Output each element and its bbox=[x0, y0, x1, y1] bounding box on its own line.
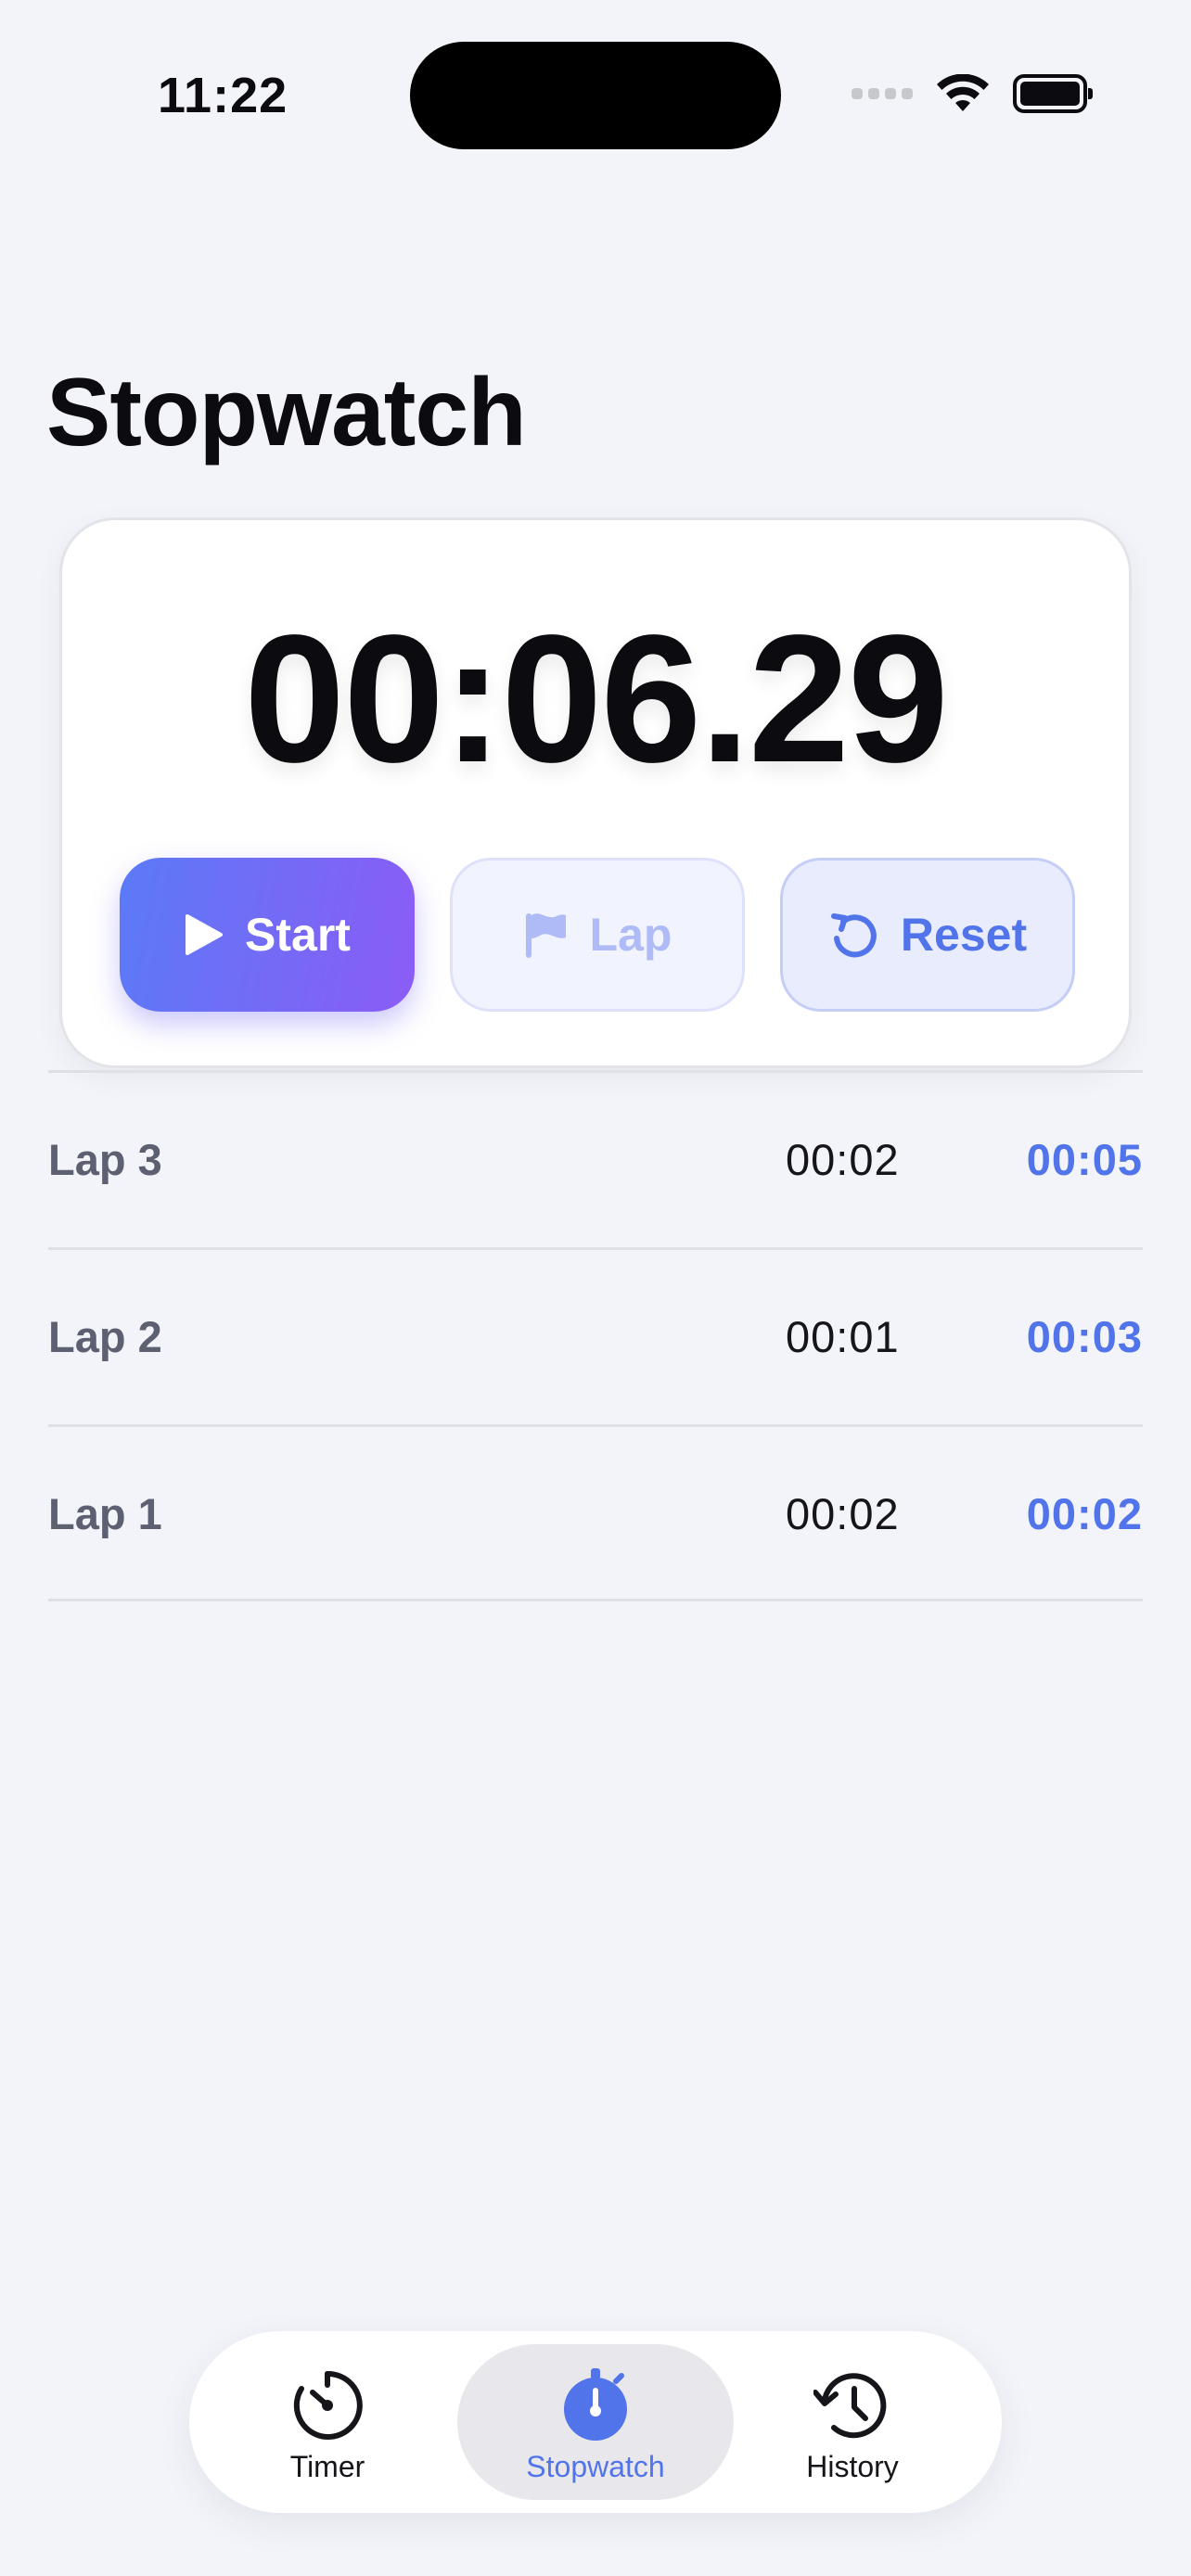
elapsed-time-display: 00:06.29 bbox=[244, 597, 949, 800]
reset-button-label: Reset bbox=[900, 909, 1028, 961]
start-button[interactable]: Start bbox=[120, 858, 415, 1012]
stopwatch-icon bbox=[564, 2368, 627, 2441]
tab-timer-label: Timer bbox=[289, 2450, 365, 2483]
dynamic-island bbox=[410, 42, 781, 149]
cellular-signal-icon bbox=[852, 88, 913, 99]
tab-history[interactable]: History bbox=[714, 2344, 991, 2500]
reset-button[interactable]: Reset bbox=[780, 858, 1075, 1012]
lap-button-label: Lap bbox=[589, 909, 672, 961]
lap-total-time: 00:02 bbox=[1026, 1489, 1143, 1538]
start-button-label: Start bbox=[245, 909, 351, 961]
tab-history-label: History bbox=[806, 2450, 899, 2483]
lap-split-time: 00:02 bbox=[786, 1135, 900, 1184]
lap-button[interactable]: Lap bbox=[450, 858, 745, 1012]
battery-icon bbox=[1013, 74, 1093, 113]
tab-timer[interactable]: Timer bbox=[189, 2344, 466, 2500]
lap-label: Lap 2 bbox=[48, 1312, 162, 1361]
wifi-icon bbox=[937, 74, 989, 111]
timer-icon bbox=[293, 2370, 363, 2440]
lap-label: Lap 1 bbox=[48, 1489, 162, 1538]
lap-row: Lap 2 00:01 00:03 bbox=[48, 1247, 1143, 1424]
flag-icon bbox=[525, 913, 566, 958]
control-buttons: Start Lap Reset bbox=[120, 858, 1075, 1012]
tab-bar: Timer Stopwatch History bbox=[189, 2331, 1002, 2513]
lap-row: Lap 3 00:02 00:05 bbox=[48, 1070, 1143, 1247]
status-icons bbox=[852, 74, 1093, 113]
lap-row: Lap 1 00:02 00:02 bbox=[48, 1424, 1143, 1601]
tab-stopwatch[interactable]: Stopwatch bbox=[457, 2344, 734, 2500]
lap-total-time: 00:05 bbox=[1026, 1135, 1143, 1184]
page-title: Stopwatch bbox=[46, 359, 527, 466]
lap-split-time: 00:01 bbox=[786, 1312, 900, 1361]
status-time: 11:22 bbox=[158, 68, 288, 123]
reset-icon bbox=[830, 913, 877, 958]
lap-split-time: 00:02 bbox=[786, 1489, 900, 1538]
lap-label: Lap 3 bbox=[48, 1135, 162, 1184]
timer-card: 00:06.29 Start Lap Reset bbox=[59, 517, 1132, 1068]
lap-total-time: 00:03 bbox=[1026, 1312, 1143, 1361]
tab-stopwatch-label: Stopwatch bbox=[526, 2450, 665, 2483]
history-icon bbox=[813, 2373, 887, 2439]
lap-list: Lap 3 00:02 00:05 Lap 2 00:01 00:03 Lap … bbox=[48, 1070, 1143, 1601]
play-icon bbox=[186, 914, 224, 955]
